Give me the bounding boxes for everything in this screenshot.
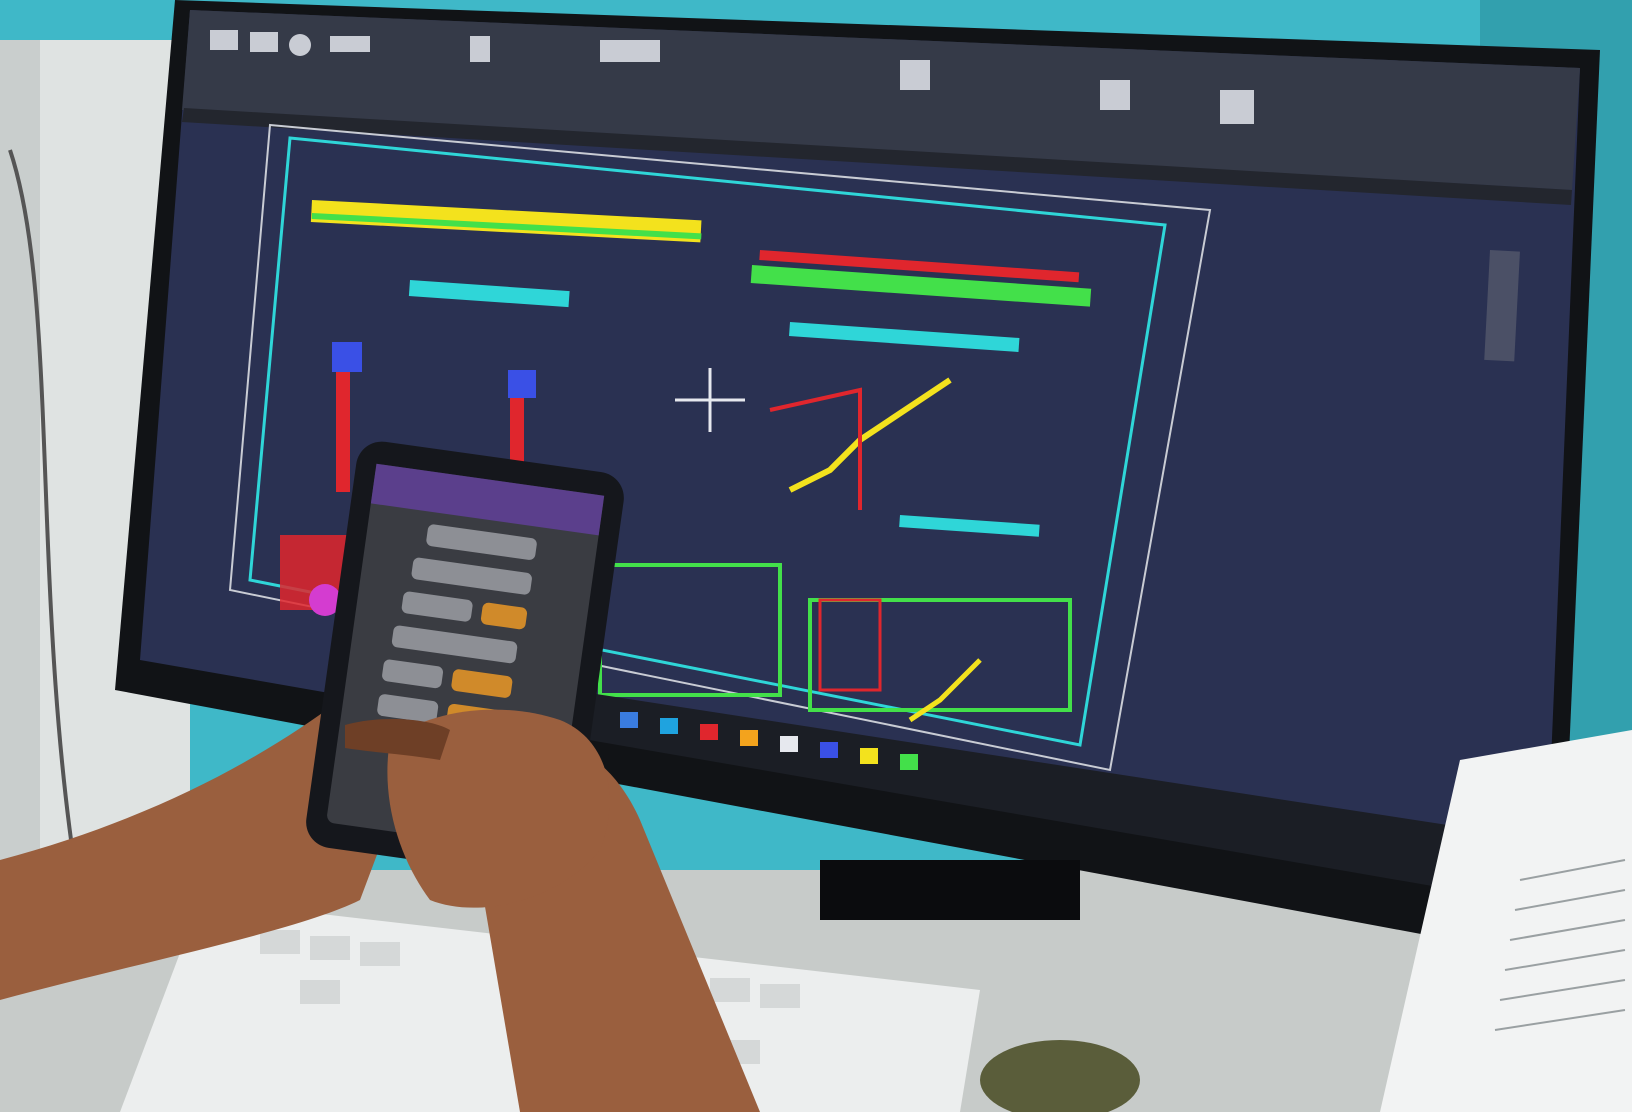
layer-icon[interactable] <box>600 40 660 62</box>
left-cabinet-edge <box>0 40 40 900</box>
column-detail-1-head <box>332 342 362 372</box>
properties-icon[interactable] <box>900 60 930 90</box>
circle-icon[interactable] <box>289 34 311 56</box>
clipboard-icon[interactable] <box>1220 90 1254 124</box>
monitor-stand <box>820 860 1080 920</box>
text-icon[interactable] <box>470 36 490 62</box>
block-icon[interactable] <box>1100 80 1130 110</box>
cad-scrollbar[interactable] <box>1484 249 1520 362</box>
polyline-icon[interactable] <box>250 32 278 52</box>
column-detail-2 <box>510 398 524 468</box>
column-detail-1 <box>336 372 350 492</box>
line-icon[interactable] <box>210 30 238 50</box>
photo-scene <box>0 0 1632 1112</box>
column-detail-2-head <box>508 370 536 398</box>
arc-icon[interactable] <box>330 36 370 52</box>
